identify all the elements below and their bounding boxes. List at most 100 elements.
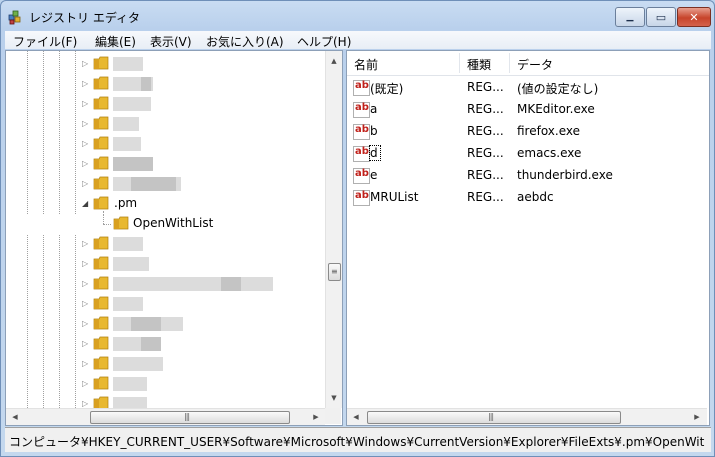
redacted-key-name: [113, 357, 163, 371]
scroll-corner: [325, 408, 341, 424]
redacted-key-name: [113, 237, 143, 251]
expand-icon[interactable]: ▷: [82, 400, 89, 408]
menu-favorites[interactable]: お気に入り(A): [206, 33, 284, 50]
folder-icon: [93, 276, 109, 290]
column-header-data[interactable]: データ: [517, 56, 553, 73]
redacted-key-name: [113, 137, 141, 151]
list-row[interactable]: ab b REG... firefox.exe: [347, 121, 692, 143]
tree-item-blurred[interactable]: ▷: [6, 354, 326, 374]
tree-item-label: OpenWithList: [133, 216, 214, 230]
menu-bar: ファイル(F) 編集(E) 表示(V) お気に入り(A) ヘルプ(H): [5, 31, 711, 49]
tree-guide-line: [103, 224, 111, 225]
menu-edit[interactable]: 編集(E): [95, 33, 136, 50]
tree-item-blurred[interactable]: ▷: [6, 334, 326, 354]
expand-icon[interactable]: ▷: [82, 280, 89, 288]
folder-icon: [93, 376, 109, 390]
value-data: aebdc: [517, 190, 554, 204]
expand-icon[interactable]: ▷: [82, 360, 89, 368]
tree-item-blurred[interactable]: ▷: [6, 114, 326, 134]
expand-icon[interactable]: ▷: [82, 340, 89, 348]
tree-item-blurred[interactable]: ▷: [6, 294, 326, 314]
expand-icon[interactable]: ▷: [82, 100, 89, 108]
column-divider[interactable]: [509, 53, 510, 73]
menu-help[interactable]: ヘルプ(H): [297, 33, 351, 50]
folder-icon: [93, 156, 109, 170]
values-list-pane[interactable]: 名前 種類 データ ab (既定) REG... (値の設定なし) ab a R…: [346, 50, 710, 426]
window-title: レジストリ エディタ: [29, 11, 140, 25]
expand-icon[interactable]: ▷: [82, 240, 89, 248]
value-data: thunderbird.exe: [517, 168, 613, 182]
scroll-thumb[interactable]: ≡: [328, 263, 341, 281]
scroll-thumb[interactable]: |||: [367, 411, 621, 424]
list-row[interactable]: ab e REG... thunderbird.exe: [347, 165, 692, 187]
key-tree[interactable]: ▷ ▷ ▷ ▷ ▷ ▷ ▷ ◢ .pm OpenWithList ▷ ▷ ▷ ▷…: [6, 51, 326, 411]
expand-icon[interactable]: ▷: [82, 260, 89, 268]
expand-icon[interactable]: ▷: [82, 380, 89, 388]
tree-item-blurred[interactable]: ▷: [6, 274, 326, 294]
folder-icon: [93, 176, 109, 190]
grip-icon: ≡: [331, 267, 338, 276]
key-tree-pane[interactable]: ▷ ▷ ▷ ▷ ▷ ▷ ▷ ◢ .pm OpenWithList ▷ ▷ ▷ ▷…: [5, 50, 343, 426]
scroll-left-icon[interactable]: ◀: [7, 409, 23, 425]
expand-icon[interactable]: ▷: [82, 120, 89, 128]
registry-editor-window: レジストリ エディタ ▁ ▭ ✕ ファイル(F) 編集(E) 表示(V) お気に…: [0, 0, 715, 457]
expand-icon[interactable]: ▷: [82, 320, 89, 328]
list-row[interactable]: ab MRUList REG... aebdc: [347, 187, 692, 209]
column-header-type[interactable]: 種類: [467, 56, 491, 73]
tree-item-blurred[interactable]: ▷: [6, 174, 326, 194]
scroll-right-icon[interactable]: ▶: [689, 409, 705, 425]
menu-file[interactable]: ファイル(F): [13, 33, 77, 50]
tree-item-pm[interactable]: ◢ .pm: [6, 194, 326, 214]
list-horizontal-scrollbar[interactable]: ◀ ||| ▶: [347, 408, 707, 425]
redacted-key-name: [131, 317, 161, 331]
string-value-icon: ab: [353, 102, 370, 118]
column-header-name[interactable]: 名前: [354, 56, 378, 73]
expand-icon[interactable]: ▷: [82, 160, 89, 168]
menu-view[interactable]: 表示(V): [150, 33, 192, 50]
value-name: d: [369, 145, 381, 161]
value-name: MRUList: [370, 190, 419, 204]
registry-app-icon[interactable]: [8, 9, 24, 25]
tree-item-blurred[interactable]: ▷: [6, 374, 326, 394]
value-type: REG...: [467, 80, 504, 94]
expand-icon[interactable]: ▷: [82, 60, 89, 68]
list-row-focused[interactable]: ab d REG... emacs.exe: [347, 143, 692, 165]
tree-item-blurred[interactable]: ▷: [6, 314, 326, 334]
tree-item-label: .pm: [114, 196, 138, 210]
expand-icon[interactable]: ▷: [82, 300, 89, 308]
expand-icon[interactable]: ▷: [82, 180, 89, 188]
expand-icon[interactable]: ▷: [82, 80, 89, 88]
title-bar[interactable]: レジストリ エディタ ▁ ▭ ✕: [1, 1, 714, 31]
value-type: REG...: [467, 190, 504, 204]
maximize-button[interactable]: ▭: [646, 7, 676, 27]
folder-icon: [93, 256, 109, 270]
collapse-icon[interactable]: ◢: [82, 200, 89, 208]
tree-item-blurred[interactable]: ▷: [6, 54, 326, 74]
expand-icon[interactable]: ▷: [82, 140, 89, 148]
string-value-icon: ab: [353, 146, 370, 162]
list-row[interactable]: ab a REG... MKEditor.exe: [347, 99, 692, 121]
tree-item-blurred[interactable]: ▷: [6, 94, 326, 114]
list-row[interactable]: ab (既定) REG... (値の設定なし): [347, 77, 692, 99]
tree-item-blurred[interactable]: ▷: [6, 134, 326, 154]
scroll-right-icon[interactable]: ▶: [308, 409, 324, 425]
scroll-down-icon[interactable]: ▼: [326, 390, 342, 406]
tree-item-blurred[interactable]: ▷: [6, 254, 326, 274]
scroll-left-icon[interactable]: ◀: [348, 409, 364, 425]
minimize-button[interactable]: ▁: [615, 7, 645, 27]
tree-horizontal-scrollbar[interactable]: ◀ ||| ▶: [6, 408, 325, 425]
value-name: b: [370, 124, 378, 138]
tree-item-blurred[interactable]: ▷: [6, 154, 326, 174]
column-divider[interactable]: [459, 53, 460, 73]
tree-item-blurred[interactable]: ▷: [6, 234, 326, 254]
tree-item-openwithlist[interactable]: OpenWithList: [6, 214, 326, 234]
folder-icon: [93, 316, 109, 330]
folder-icon: [93, 116, 109, 130]
tree-guide-line: [103, 214, 104, 224]
tree-vertical-scrollbar[interactable]: ▲ ≡ ▼: [325, 51, 342, 408]
tree-item-blurred[interactable]: ▷: [6, 74, 326, 94]
close-button[interactable]: ✕: [677, 7, 711, 27]
redacted-key-name: [113, 257, 149, 271]
scroll-up-icon[interactable]: ▲: [326, 53, 342, 69]
scroll-thumb[interactable]: |||: [90, 411, 290, 424]
